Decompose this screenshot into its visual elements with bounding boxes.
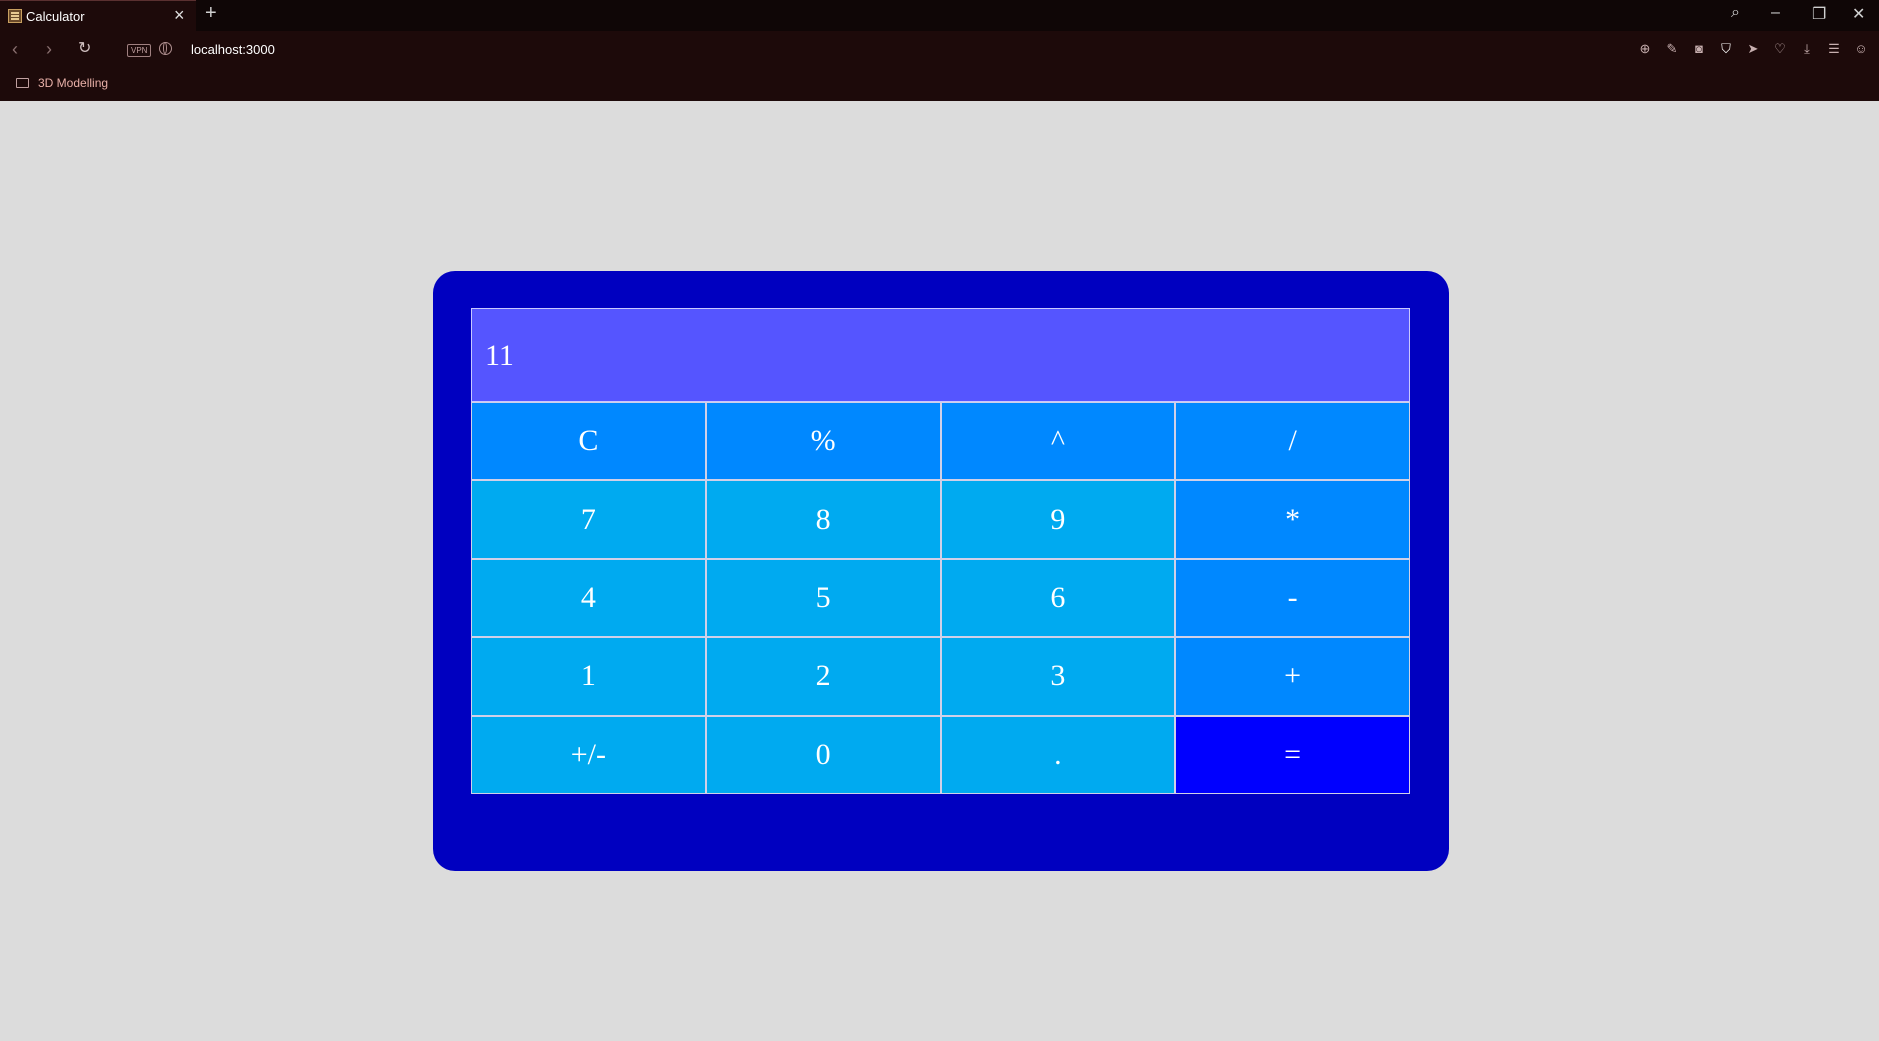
address-bar[interactable]: localhost:3000 — [191, 42, 275, 57]
key-button[interactable]: + — [1175, 637, 1410, 716]
bookmarks-bar: 3D Modelling — [0, 69, 1879, 101]
tab-title: Calculator — [26, 9, 85, 24]
edit-icon[interactable]: ✎ — [1664, 41, 1680, 57]
send-icon[interactable]: ➤ — [1745, 41, 1761, 57]
bookmark-3d-modelling[interactable]: 3D Modelling — [38, 76, 108, 90]
key-button[interactable]: 5 — [705, 558, 941, 638]
key-button[interactable]: +/- — [471, 715, 706, 794]
download-icon[interactable]: ⤓ — [1799, 41, 1815, 57]
key-button[interactable]: 2 — [705, 637, 941, 716]
zoom-icon[interactable]: ⊕ — [1637, 41, 1653, 57]
key-button[interactable]: = — [1175, 715, 1410, 794]
close-tab-icon[interactable]: × — [174, 5, 185, 25]
restore-icon[interactable]: ❐ — [1812, 4, 1826, 24]
shield-icon[interactable]: ⛉ — [1718, 41, 1734, 57]
site-info-globe-icon[interactable] — [159, 42, 172, 55]
key-button[interactable]: . — [940, 715, 1176, 794]
tab-bar: Calculator × + ⌕ – ❐ ✕ — [0, 0, 1879, 31]
heart-icon[interactable]: ♡ — [1772, 41, 1788, 57]
vpn-badge[interactable]: VPN — [127, 44, 152, 57]
key-button[interactable]: 6 — [940, 558, 1176, 638]
key-button[interactable]: 0 — [705, 715, 941, 794]
key-button[interactable]: 4 — [471, 558, 706, 638]
back-icon[interactable]: ‹ — [12, 39, 18, 59]
folder-icon — [16, 78, 29, 88]
calculator-favicon-icon — [8, 9, 22, 23]
menu-icon[interactable]: ☰ — [1826, 41, 1842, 57]
reload-icon[interactable]: ↻ — [78, 39, 91, 59]
calculator-display: 11 — [471, 308, 1410, 402]
key-button[interactable]: 1 — [471, 637, 706, 716]
close-window-icon[interactable]: ✕ — [1852, 4, 1865, 24]
toolbar-icons: ⊕ ✎ ◙ ⛉ ➤ ♡ ⤓ ☰ ☺ — [1637, 41, 1869, 57]
key-button[interactable]: * — [1175, 480, 1410, 559]
key-button[interactable]: % — [705, 402, 941, 481]
forward-icon[interactable]: › — [46, 39, 52, 59]
keypad: C % ^ / 7 8 9 * 4 5 6 - 1 2 3 + +/- 0 . … — [471, 402, 1410, 794]
key-button[interactable]: ^ — [940, 402, 1176, 481]
key-button[interactable]: / — [1175, 402, 1410, 481]
key-button[interactable]: - — [1175, 558, 1410, 638]
search-tabs-icon[interactable]: ⌕ — [1731, 4, 1740, 22]
key-button[interactable]: 9 — [940, 480, 1176, 559]
profile-icon[interactable]: ☺ — [1853, 41, 1869, 57]
display-value: 11 — [485, 339, 514, 372]
key-button[interactable]: C — [471, 402, 706, 481]
key-button[interactable]: 3 — [940, 637, 1176, 716]
key-button[interactable]: 8 — [705, 480, 941, 559]
key-button[interactable]: 7 — [471, 480, 706, 559]
tab-calculator[interactable]: Calculator × — [0, 0, 196, 31]
minimize-icon[interactable]: – — [1771, 4, 1780, 22]
navigation-bar: ‹ › ↻ VPN localhost:3000 ⊕ ✎ ◙ ⛉ ➤ ♡ ⤓ ☰… — [0, 31, 1879, 69]
new-tab-plus-icon[interactable]: + — [205, 2, 217, 25]
browser-chrome: Calculator × + ⌕ – ❐ ✕ ‹ › ↻ VPN localho… — [0, 0, 1879, 101]
camera-icon[interactable]: ◙ — [1691, 41, 1707, 57]
calculator: 11 C % ^ / 7 8 9 * 4 5 6 - 1 2 3 + +/- 0… — [433, 271, 1449, 871]
